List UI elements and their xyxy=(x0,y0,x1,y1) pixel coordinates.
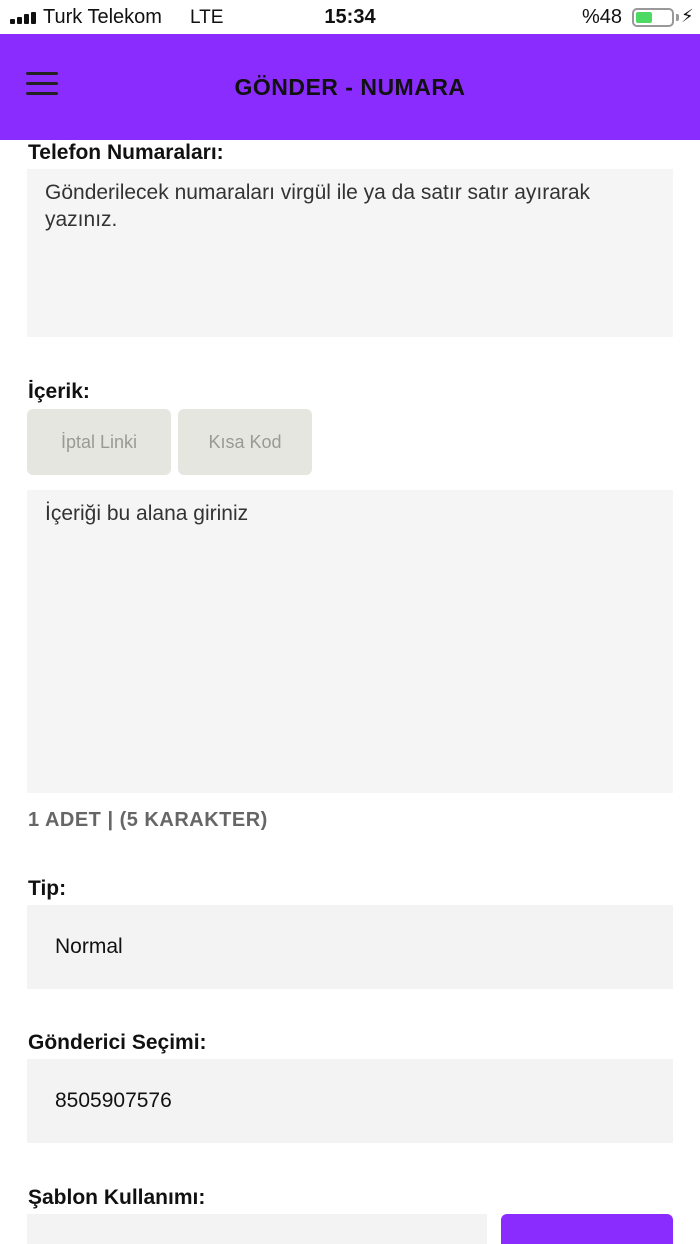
template-select[interactable] xyxy=(27,1214,487,1244)
short-code-button[interactable]: Kısa Kod xyxy=(178,409,312,475)
type-select[interactable]: Normal xyxy=(27,905,673,989)
status-bar: Turk Telekom LTE 15:34 %48 ⚡ xyxy=(0,0,700,34)
sender-value: 8505907576 xyxy=(55,1089,172,1112)
page-title: GÖNDER - NUMARA xyxy=(234,74,466,100)
type-label: Tip: xyxy=(28,877,67,900)
charging-icon: ⚡ xyxy=(681,6,694,26)
cancel-link-button[interactable]: İptal Linki xyxy=(27,409,171,475)
sender-select[interactable]: 8505907576 xyxy=(27,1059,673,1143)
type-value: Normal xyxy=(55,935,123,958)
phone-numbers-label: Telefon Numaraları: xyxy=(28,141,224,164)
phone-numbers-input[interactable]: Gönderilecek numaraları virgül ile ya da… xyxy=(27,169,673,337)
battery-level xyxy=(636,12,652,23)
battery-icon xyxy=(632,8,674,27)
battery-tip xyxy=(676,14,679,21)
character-counter: 1 ADET | (5 KARAKTER) xyxy=(28,809,268,831)
content-placeholder: İçeriği bu alana giriniz xyxy=(45,502,249,525)
content-input[interactable]: İçeriği bu alana giriniz xyxy=(27,490,673,793)
template-label: Şablon Kullanımı: xyxy=(28,1186,206,1209)
content-label: İçerik: xyxy=(28,380,90,403)
sender-label: Gönderici Seçimi: xyxy=(28,1031,207,1054)
app-header: GÖNDER - NUMARA xyxy=(0,34,700,140)
template-button[interactable] xyxy=(501,1214,673,1244)
phone-numbers-placeholder: Gönderilecek numaraları virgül ile ya da… xyxy=(45,181,591,231)
battery-percent: %48 xyxy=(582,6,623,28)
